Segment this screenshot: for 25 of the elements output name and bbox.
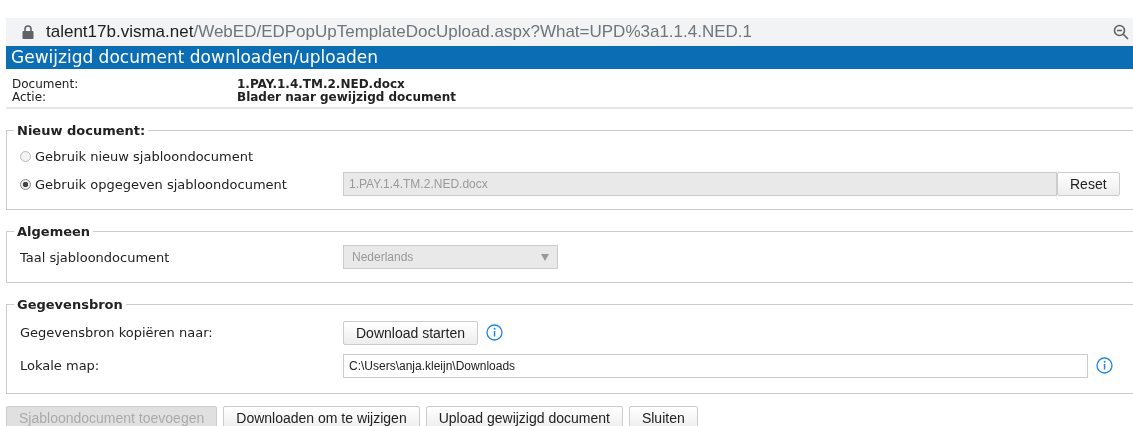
- lock-icon: [22, 25, 34, 39]
- address-bar[interactable]: talent17b.visma.net/WebED/EDPopUpTemplateDocUpload.aspx?What=UPD%3a1.1.4.NED.1: [6, 18, 1133, 46]
- info-label: Document:: [12, 78, 80, 91]
- info-value: Blader naar gewijzigd document: [237, 91, 456, 104]
- section-title: Nieuw document:: [16, 123, 147, 138]
- info-icon[interactable]: [1096, 357, 1113, 374]
- radio-button[interactable]: [20, 150, 31, 162]
- field-label: Lokale map:: [20, 358, 101, 373]
- field-label: Taal sjabloondocument: [20, 249, 171, 265]
- url-text: talent17b.visma.net/WebED/EDPopUpTemplateDocUpload.aspx?What=UPD%3a1.1.4.NED.1: [46, 22, 754, 42]
- field-label: Gegevensbron kopiëren naar:: [20, 325, 214, 340]
- zoom-out-icon[interactable]: [1113, 24, 1129, 40]
- footer-button[interactable]: Downloaden om te wijzigen: [223, 406, 420, 426]
- section-title: Algemeen: [16, 224, 92, 239]
- dialog-title: Gewijzigd document downloaden/uploaden: [6, 46, 1133, 69]
- folder-field[interactable]: C:\Users\anja.kleijn\Downloads: [343, 353, 1088, 378]
- radio-label[interactable]: Gebruik nieuw sjabloondocument: [35, 148, 253, 164]
- section-title: Gegevensbron: [16, 297, 124, 312]
- info-label: Actie:: [12, 91, 48, 104]
- footer-button[interactable]: Sluiten: [628, 406, 698, 426]
- dropdown-arrow-icon: [541, 253, 549, 261]
- download-button[interactable]: Download starten: [343, 320, 478, 345]
- footer-button[interactable]: Upload gewijzigd document: [425, 406, 623, 426]
- info-icon[interactable]: [485, 324, 503, 341]
- info-value: 1.PAY.1.4.TM.2.NED.docx: [237, 78, 405, 91]
